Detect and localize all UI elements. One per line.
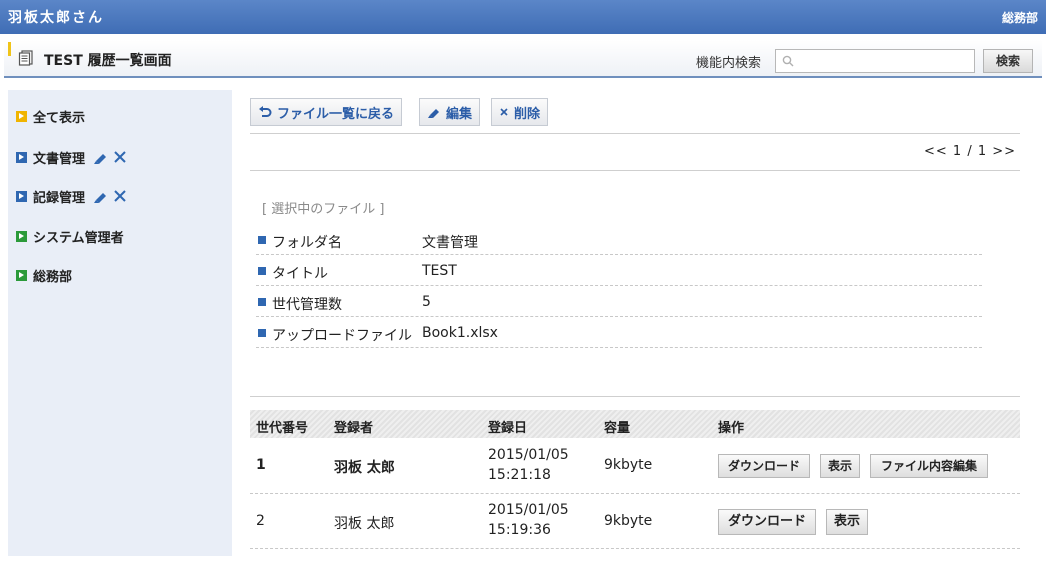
sidebar-item-document-management[interactable]: 文書管理 xyxy=(16,147,127,167)
table-row: 1 羽板 太郎 2015/01/05 15:21:18 9kbyte ダウンロー… xyxy=(250,438,1020,494)
pencil-icon[interactable] xyxy=(93,189,109,203)
pagination[interactable]: << 1 / 1 >> xyxy=(924,144,1016,159)
sidebar-item-label: システム管理者 xyxy=(33,230,124,246)
edit-file-content-button[interactable]: ファイル内容編集 xyxy=(870,454,988,478)
info-row-folder: フォルダ名 文書管理 xyxy=(256,224,982,255)
pencil-icon xyxy=(428,109,439,118)
registrant: 羽板 太郎 xyxy=(334,516,395,532)
arrow-bullet-icon xyxy=(16,230,27,242)
divider xyxy=(250,396,1020,397)
header-marker xyxy=(8,42,11,56)
edit-button[interactable]: 編集 xyxy=(419,98,481,126)
column-header: 登録者 xyxy=(334,421,374,436)
folder-actions xyxy=(93,189,127,203)
return-arrow-icon xyxy=(259,106,272,117)
info-value: TEST xyxy=(422,263,457,279)
sidebar-item-record-management[interactable]: 記録管理 xyxy=(16,186,127,206)
view-button[interactable]: 表示 xyxy=(820,454,860,478)
selected-file-heading: [ 選択中のファイル ] xyxy=(262,202,385,217)
edit-button-label: 編集 xyxy=(446,106,473,122)
column-header: 容量 xyxy=(604,421,631,436)
delete-x-icon[interactable] xyxy=(113,189,127,203)
document-list-icon xyxy=(18,50,33,66)
info-value: Book1.xlsx xyxy=(422,325,498,341)
sidebar-item-system-admin[interactable]: システム管理者 xyxy=(16,226,124,246)
divider xyxy=(250,133,1020,134)
download-button[interactable]: ダウンロード xyxy=(718,509,816,535)
pencil-icon[interactable] xyxy=(93,150,109,164)
close-icon xyxy=(500,108,508,116)
sidebar: 全て表示 文書管理 記録管理 システム管理者 総務部 xyxy=(8,90,232,556)
delete-x-icon[interactable] xyxy=(113,150,127,164)
back-to-file-list-button[interactable]: ファイル一覧に戻る xyxy=(250,98,403,126)
search-icon xyxy=(782,55,794,67)
sidebar-item-label: 記録管理 xyxy=(33,190,86,206)
square-bullet-icon xyxy=(258,298,266,306)
info-key: フォルダ名 xyxy=(272,235,342,251)
department-name: 総務部 xyxy=(1001,11,1038,25)
table-row: 2 羽板 太郎 2015/01/05 15:19:36 9kbyte ダウンロー… xyxy=(250,494,1020,549)
delete-button[interactable]: 削除 xyxy=(491,98,549,126)
sidebar-item-label: 全て表示 xyxy=(33,110,86,126)
column-header: 世代番号 xyxy=(256,421,309,436)
info-key: アップロードファイル xyxy=(272,328,412,344)
info-row-generations: 世代管理数 5 xyxy=(256,286,982,317)
info-value: 5 xyxy=(422,294,431,310)
arrow-bullet-icon xyxy=(16,110,27,122)
divider xyxy=(250,170,1020,171)
arrow-bullet-icon xyxy=(16,190,27,202)
back-button-label: ファイル一覧に戻る xyxy=(277,106,395,122)
square-bullet-icon xyxy=(258,236,266,244)
user-name: 羽板太郎さん xyxy=(8,10,104,26)
sidebar-item-label: 文書管理 xyxy=(33,151,86,167)
column-header: 登録日 xyxy=(488,421,528,436)
file-size: 9kbyte xyxy=(604,513,653,529)
info-value: 文書管理 xyxy=(422,235,478,251)
info-key: 世代管理数 xyxy=(272,297,342,313)
search-label: 機能内検索 xyxy=(696,56,762,71)
info-row-title: タイトル TEST xyxy=(256,255,982,286)
search-button[interactable]: 検索 xyxy=(983,49,1033,73)
column-header: 操作 xyxy=(718,421,745,436)
page-header: TEST 履歴一覧画面 機能内検索 検索 xyxy=(4,40,1042,78)
square-bullet-icon xyxy=(258,329,266,337)
download-button[interactable]: ダウンロード xyxy=(718,454,810,478)
sidebar-item-all[interactable]: 全て表示 xyxy=(16,106,85,126)
registered-time: 15:19:36 xyxy=(488,522,551,538)
registered-time: 15:21:18 xyxy=(488,467,551,483)
generation-number: 2 xyxy=(256,513,265,529)
top-bar: 羽板太郎さん 総務部 xyxy=(0,0,1046,34)
registered-date: 2015/01/05 xyxy=(488,447,569,463)
history-table-header: 世代番号 登録者 登録日 容量 操作 xyxy=(250,410,1020,438)
info-row-upload-file: アップロードファイル Book1.xlsx xyxy=(256,317,982,348)
sidebar-item-general-affairs[interactable]: 総務部 xyxy=(16,265,72,285)
arrow-bullet-icon xyxy=(16,269,27,281)
folder-actions xyxy=(93,150,127,164)
registrant: 羽板 太郎 xyxy=(334,460,395,476)
generation-number: 1 xyxy=(256,457,266,473)
delete-button-label: 削除 xyxy=(514,106,541,122)
arrow-bullet-icon xyxy=(16,151,27,163)
view-button[interactable]: 表示 xyxy=(826,509,868,535)
page-title: TEST 履歴一覧画面 xyxy=(44,53,172,69)
registered-date: 2015/01/05 xyxy=(488,502,569,518)
square-bullet-icon xyxy=(258,267,266,275)
search-input[interactable] xyxy=(775,49,975,73)
sidebar-item-label: 総務部 xyxy=(33,269,73,285)
file-size: 9kbyte xyxy=(604,457,653,473)
info-key: タイトル xyxy=(272,266,328,282)
